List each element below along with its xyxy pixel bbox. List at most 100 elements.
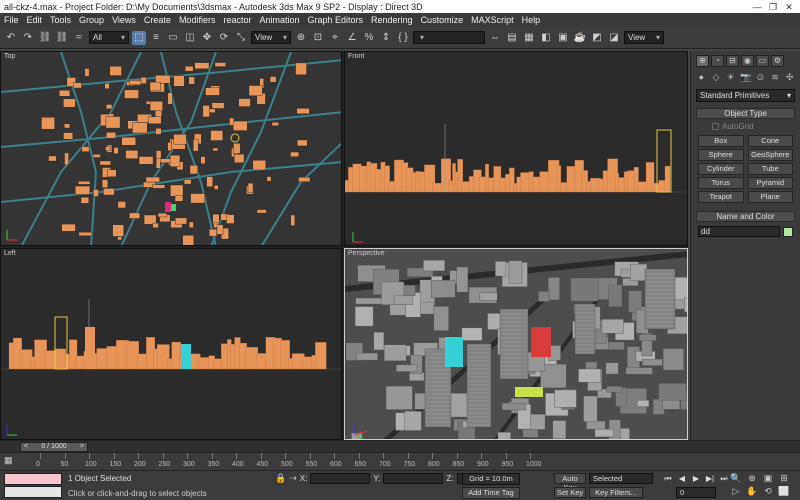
menu-customize[interactable]: Customize xyxy=(421,15,464,25)
primitive-cone-button[interactable]: Cone xyxy=(747,135,793,147)
zoom-extents-all-icon[interactable]: ⊞ xyxy=(778,473,790,484)
y-coordinate-field[interactable] xyxy=(383,473,444,484)
material-editor-icon[interactable]: ☕ xyxy=(573,31,587,45)
menu-animation[interactable]: Animation xyxy=(259,15,299,25)
cameras-icon[interactable]: 📷 xyxy=(740,72,751,83)
primitive-teapot-button[interactable]: Teapot xyxy=(698,191,744,203)
select-by-name-icon[interactable]: ≡ xyxy=(149,31,163,45)
time-prev-icon[interactable]: < xyxy=(24,443,28,451)
object-name-field[interactable]: dd xyxy=(698,226,780,237)
track-bar[interactable]: ▦ 0 50 100 150 200 250 300 350 400 450 500 550 600 65… xyxy=(0,452,800,470)
link-icon[interactable]: ⛓ xyxy=(38,31,52,45)
schematic-view-icon[interactable]: ▣ xyxy=(556,31,570,45)
play-icon[interactable]: ▶ xyxy=(690,473,702,484)
menu-create[interactable]: Create xyxy=(144,15,171,25)
autogrid-option[interactable]: AutoGrid xyxy=(696,119,795,133)
curve-editor-icon[interactable]: ◧ xyxy=(539,31,553,45)
menu-help[interactable]: Help xyxy=(522,15,541,25)
window-crossing-icon[interactable]: ◫ xyxy=(183,31,197,45)
primitive-sphere-button[interactable]: Sphere xyxy=(698,149,744,161)
primitive-box-button[interactable]: Box xyxy=(698,135,744,147)
menu-file[interactable]: File xyxy=(4,15,19,25)
select-and-manipulate-icon[interactable]: ⊕ xyxy=(294,31,308,45)
named-selection-dropdown[interactable] xyxy=(413,31,485,44)
autogrid-checkbox[interactable] xyxy=(712,123,719,130)
select-object-icon[interactable]: ⬚ xyxy=(132,30,146,45)
go-to-start-icon[interactable]: ⏮ xyxy=(662,473,674,484)
create-tab-icon[interactable]: ⊕ xyxy=(696,55,709,67)
previous-frame-icon[interactable]: ◀ xyxy=(676,473,688,484)
render-view-dropdown[interactable]: View xyxy=(624,31,664,44)
x-coordinate-field[interactable] xyxy=(310,473,371,484)
geometry-icon[interactable]: ● xyxy=(696,72,707,83)
viewport-label-top[interactable]: Top xyxy=(4,53,15,60)
align-icon[interactable]: ▤ xyxy=(505,31,519,45)
viewport-top[interactable]: Top xyxy=(0,51,342,246)
key-mode-select[interactable]: Selected xyxy=(589,473,653,484)
display-tab-icon[interactable]: ▭ xyxy=(756,55,769,67)
keyboard-shortcut-override-icon[interactable]: ⊡ xyxy=(311,31,325,45)
shapes-icon[interactable]: ◇ xyxy=(711,72,722,83)
menu-graph-editors[interactable]: Graph Editors xyxy=(308,15,364,25)
time-slider[interactable]: < 0 / 1000 > xyxy=(20,441,88,452)
bind-space-warp-icon[interactable]: ≈ xyxy=(72,31,86,45)
set-key-button[interactable]: Set Key xyxy=(554,487,586,498)
object-color-swatch[interactable] xyxy=(783,226,793,237)
viewport-front[interactable]: Front xyxy=(344,51,688,246)
menu-rendering[interactable]: Rendering xyxy=(371,15,413,25)
menu-edit[interactable]: Edit xyxy=(27,15,43,25)
motion-tab-icon[interactable]: ◉ xyxy=(741,55,754,67)
next-frame-icon[interactable]: ▶| xyxy=(704,473,716,484)
maximize-viewport-icon[interactable]: ⬜ xyxy=(778,486,790,497)
rotate-icon[interactable]: ⟳ xyxy=(217,31,231,45)
utilities-tab-icon[interactable]: ⚙ xyxy=(771,55,784,67)
snaps-toggle-icon[interactable]: ⌖ xyxy=(328,31,342,45)
maxscript-listener-mini[interactable] xyxy=(4,473,62,485)
track-bar-toggle-icon[interactable]: ▦ xyxy=(4,455,18,468)
lights-icon[interactable]: ☀ xyxy=(725,72,736,83)
quick-render-icon[interactable]: ◪ xyxy=(607,31,621,45)
minimize-button[interactable]: — xyxy=(750,2,764,12)
pan-icon[interactable]: ✋ xyxy=(746,486,758,497)
current-frame-field[interactable]: 0 xyxy=(676,487,716,498)
menu-modifiers[interactable]: Modifiers xyxy=(179,15,216,25)
primitive-category-dropdown[interactable]: Standard Primitives ▾ xyxy=(696,89,795,102)
redo-icon[interactable]: ↷ xyxy=(21,31,35,45)
key-filters-button[interactable]: Key Filters... xyxy=(589,487,643,498)
add-time-tag-button[interactable]: Add Time Tag xyxy=(462,487,520,499)
primitive-cylinder-button[interactable]: Cylinder xyxy=(698,163,744,175)
primitive-torus-button[interactable]: Torus xyxy=(698,177,744,189)
layer-manager-icon[interactable]: ▦ xyxy=(522,31,536,45)
primitive-tube-button[interactable]: Tube xyxy=(747,163,793,175)
menu-group[interactable]: Group xyxy=(79,15,104,25)
viewport-left[interactable]: Left xyxy=(0,248,342,440)
viewport-label-perspective[interactable]: Perspective xyxy=(348,250,385,257)
systems-icon[interactable]: ✣ xyxy=(784,72,795,83)
close-button[interactable]: ✕ xyxy=(782,2,796,12)
object-type-header[interactable]: Object Type xyxy=(696,108,795,119)
auto-key-button[interactable]: Auto Key xyxy=(554,473,586,492)
lock-selection-icon[interactable]: 🔒 xyxy=(275,473,286,484)
go-to-end-icon[interactable]: ⏭ xyxy=(718,473,730,484)
mirror-icon[interactable]: ⇔ xyxy=(488,31,502,45)
angle-snap-icon[interactable]: ∠ xyxy=(345,31,359,45)
primitive-plane-button[interactable]: Plane xyxy=(747,191,793,203)
menu-maxscript[interactable]: MAXScript xyxy=(471,15,514,25)
space-warps-icon[interactable]: ≋ xyxy=(770,72,781,83)
render-setup-icon[interactable]: ◩ xyxy=(590,31,604,45)
field-of-view-icon[interactable]: ▷ xyxy=(730,486,742,497)
hierarchy-tab-icon[interactable]: ⊟ xyxy=(726,55,739,67)
menu-reactor[interactable]: reactor xyxy=(223,15,251,25)
helpers-icon[interactable]: ⊙ xyxy=(755,72,766,83)
primitive-pyramid-button[interactable]: Pyramid xyxy=(747,177,793,189)
undo-icon[interactable]: ↶ xyxy=(4,31,18,45)
zoom-all-icon[interactable]: ⊕ xyxy=(746,473,758,484)
viewport-label-left[interactable]: Left xyxy=(4,250,16,257)
reference-coordinate-dropdown[interactable]: View xyxy=(251,31,291,44)
selection-filter-dropdown[interactable]: All xyxy=(89,31,129,44)
move-icon[interactable]: ✥ xyxy=(200,31,214,45)
modify-tab-icon[interactable]: ◔ xyxy=(711,55,724,67)
percent-snap-icon[interactable]: % xyxy=(362,31,376,45)
maxscript-input-mini[interactable] xyxy=(4,486,62,498)
unlink-icon[interactable]: ⛓ xyxy=(55,31,69,45)
